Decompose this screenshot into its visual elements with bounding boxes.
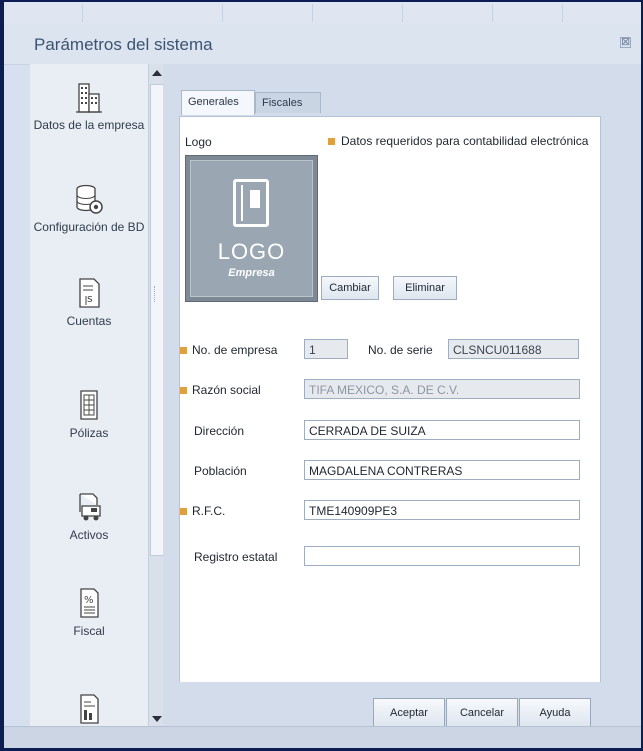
svg-text:%: %: [84, 595, 94, 606]
sidebar-item-reportes[interactable]: [30, 692, 148, 730]
sidebar-item-fiscal[interactable]: % Fiscal: [30, 586, 148, 638]
logo-subtext: Empresa: [228, 267, 275, 279]
required-marker: [180, 508, 187, 515]
rfc-label: R.F.C.: [192, 504, 226, 518]
sidebar-item-label: Pólizas: [69, 426, 109, 440]
serial-field: CLSNCU011688: [448, 339, 579, 359]
status-strip: [4, 726, 641, 748]
truck-icon: [79, 493, 101, 521]
strip-segment: [492, 4, 563, 22]
strip-segment: [4, 4, 83, 22]
sidebar-item-label: Cuentas: [66, 314, 112, 328]
bookmark: [250, 190, 260, 208]
city-label: Población: [194, 464, 247, 478]
sidebar-item-configuracion-bd[interactable]: Configuración de BD: [30, 182, 148, 234]
state-registration-field[interactable]: [304, 546, 580, 566]
content-area: Generales Fiscales Logo Datos requeridos…: [163, 64, 641, 728]
system-parameters-window: Parámetros del sistema ⊠ Datos de la emp…: [4, 2, 641, 748]
scroll-grip: [154, 286, 158, 302]
business-name-label: Razón social: [192, 383, 261, 397]
sidebar-item-polizas[interactable]: Pólizas: [30, 388, 148, 440]
sidebar-item-label: Activos: [69, 528, 109, 542]
percent-document-icon: %: [80, 588, 99, 618]
sidebar-item-cuentas[interactable]: s Cuentas: [30, 276, 148, 328]
required-marker: [180, 347, 187, 354]
svg-text:s: s: [87, 292, 93, 305]
logo-text: LOGO: [217, 239, 286, 264]
serial-label: No. de serie: [368, 343, 433, 357]
address-label: Dirección: [194, 424, 245, 438]
strip-segment: [82, 4, 223, 22]
sidebar-item-label: Configuración de BD: [33, 220, 145, 234]
accept-button[interactable]: Aceptar: [373, 698, 445, 728]
logo-label: Logo: [185, 135, 212, 149]
address-field[interactable]: CERRADA DE SUIZA: [304, 420, 580, 440]
sidebar-item-datos-empresa[interactable]: Datos de la empresa: [30, 80, 148, 132]
sidebar-scrollbar[interactable]: [148, 64, 164, 728]
company-no-field: 1: [304, 339, 348, 359]
business-name-field: TIFA MEXICO, S.A. DE C.V.: [304, 379, 580, 399]
building-icon: [76, 83, 102, 113]
sidebar-item-label: Fiscal: [73, 624, 105, 638]
city-field[interactable]: MAGDALENA CONTRERAS: [304, 460, 580, 480]
close-icon[interactable]: ⊠: [620, 37, 631, 48]
change-logo-button[interactable]: Cambiar: [321, 276, 379, 300]
dialog-footer: Aceptar Cancelar Ayuda: [163, 682, 641, 728]
strip-segment: [402, 4, 493, 22]
report-icon: [80, 694, 99, 724]
delete-logo-button[interactable]: Eliminar: [393, 276, 457, 300]
required-marker: [180, 387, 187, 394]
title-bar: Parámetros del sistema ⊠: [4, 24, 641, 65]
tab-fiscales[interactable]: Fiscales: [255, 92, 321, 113]
book-icon: [233, 179, 269, 227]
strip-segment: [222, 4, 313, 22]
sidebar-item-label: Datos de la empresa: [33, 118, 145, 132]
logo-image: LOGO Empresa: [190, 160, 313, 297]
scroll-down-icon[interactable]: [152, 716, 162, 722]
tab-generales[interactable]: Generales: [181, 90, 255, 115]
required-note: Datos requeridos para contabilidad elect…: [341, 134, 589, 148]
document-list-icon: [80, 390, 98, 420]
sidebar: Datos de la empresa Configuración de BD …: [30, 64, 149, 728]
database-gear-icon: [76, 184, 103, 214]
background-strip: [4, 2, 641, 25]
sidebar-item-activos[interactable]: Activos: [30, 490, 148, 542]
company-no-label: No. de empresa: [192, 343, 278, 357]
state-registration-label: Registro estatal: [194, 550, 278, 564]
cancel-button[interactable]: Cancelar: [446, 698, 518, 728]
logo-placeholder: LOGO Empresa: [185, 155, 318, 302]
general-tab-panel: Logo Datos requeridos para contabilidad …: [179, 116, 601, 708]
document-ledger-icon: s: [79, 278, 100, 308]
book-spine: [241, 185, 243, 221]
window-title: Parámetros del sistema: [34, 35, 213, 54]
scroll-up-icon[interactable]: [152, 70, 162, 76]
strip-segment: [312, 4, 403, 22]
help-button[interactable]: Ayuda: [519, 698, 591, 728]
rfc-field[interactable]: TME140909PE3: [304, 500, 580, 520]
scroll-thumb[interactable]: [150, 84, 164, 556]
required-marker: [328, 138, 335, 145]
